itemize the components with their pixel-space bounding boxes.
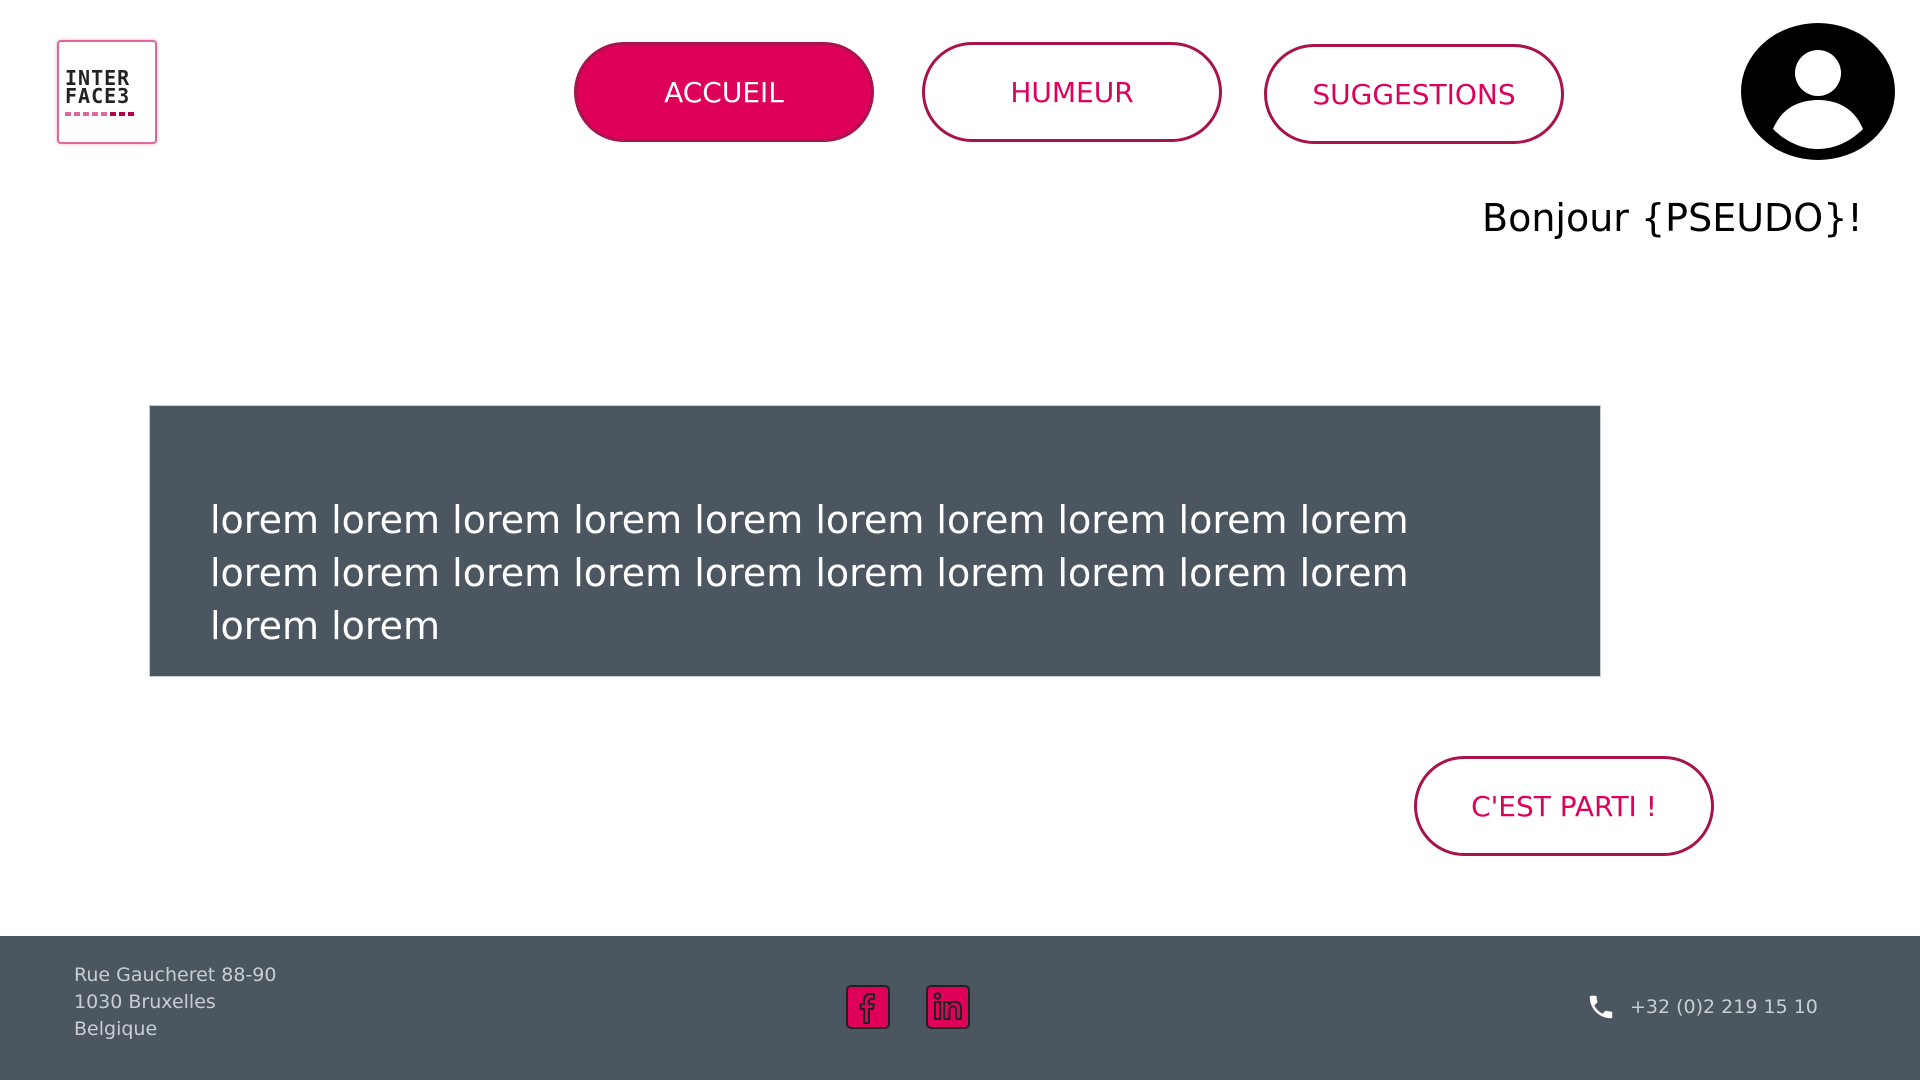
logo-dots (65, 112, 134, 116)
phone-number[interactable]: +32 (0)2 219 15 10 (1630, 996, 1818, 1018)
address-line: 1030 Bruxelles (74, 991, 216, 1013)
phone-icon (1589, 995, 1613, 1019)
address-line: Rue Gaucheret 88-90 (74, 964, 277, 986)
user-avatar-icon[interactable] (1741, 23, 1895, 160)
footer-phone: +32 (0)2 219 15 10 (1586, 992, 1818, 1022)
intro-panel-text: lorem lorem lorem lorem lorem lorem lore… (210, 498, 1409, 648)
address-line: Belgique (74, 1018, 158, 1040)
logo-text-line2: FACE3 (65, 84, 131, 108)
interface3-logo[interactable]: INTER FACE3 (57, 40, 157, 144)
footer: Rue Gaucheret 88-90 1030 Bruxelles Belgi… (0, 936, 1920, 1080)
nav-humeur-button[interactable]: HUMEUR (922, 42, 1222, 142)
greeting-text: Bonjour {PSEUDO}! (1482, 196, 1863, 240)
linkedin-icon[interactable] (926, 985, 970, 1029)
nav-accueil-button[interactable]: ACCUEIL (574, 42, 874, 142)
page: INTER FACE3 ACCUEIL HUMEUR SUGGESTIONS B… (0, 0, 1920, 1080)
footer-address: Rue Gaucheret 88-90 1030 Bruxelles Belgi… (74, 962, 277, 1043)
cest-parti-button[interactable]: C'EST PARTI ! (1414, 756, 1714, 856)
intro-panel: lorem lorem lorem lorem lorem lorem lore… (149, 405, 1601, 677)
facebook-icon[interactable] (846, 985, 890, 1029)
nav-suggestions-button[interactable]: SUGGESTIONS (1264, 44, 1564, 144)
